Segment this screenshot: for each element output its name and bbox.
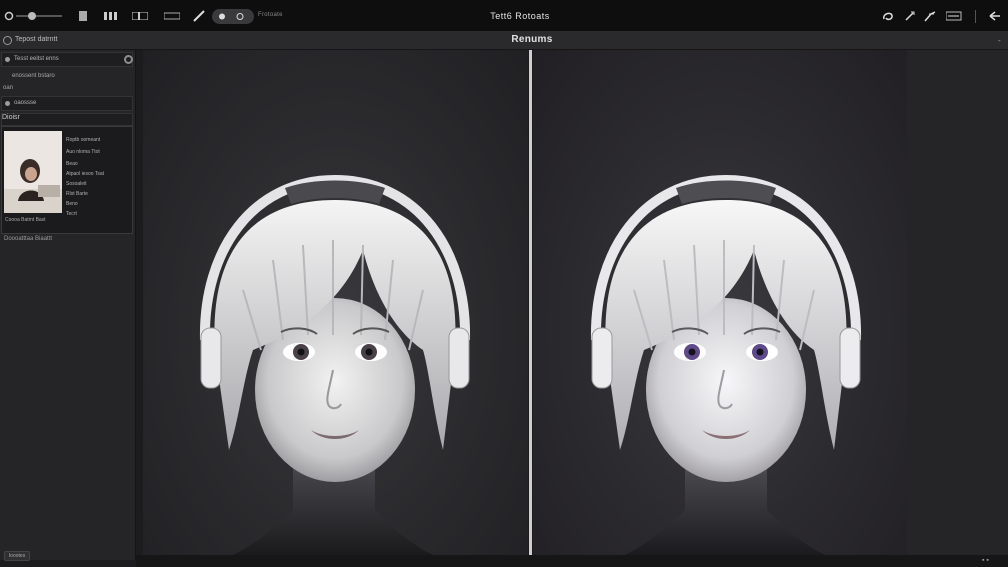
panel-header: Tepost datrntt Renums - [0, 32, 1008, 50]
sidebar-item-settings[interactable]: Tesst eeitst enns [1, 52, 133, 67]
sidebar-small-label: oan [3, 85, 14, 91]
meta-line: Atpaol iesoo Tsat [66, 171, 104, 177]
pen-icon[interactable] [192, 9, 206, 23]
meta-line: Beno [66, 201, 78, 207]
sidebar-item-label: oaossse [14, 100, 37, 106]
meta-line: Rlst Barte [66, 191, 88, 197]
reference-thumbnail[interactable] [4, 131, 62, 213]
right-gutter [907, 50, 1008, 560]
layout-icon[interactable] [132, 9, 148, 23]
meta-line: Tecrt [66, 211, 77, 217]
portrait-left [199, 174, 471, 555]
options-button[interactable]: Ioootes [4, 551, 30, 561]
status-bar [136, 555, 1008, 567]
reference-image-card[interactable]: Coooa Batmt Bast Roptb oomeant Auo nloma… [1, 126, 133, 234]
portrait-right [590, 174, 862, 555]
grid-icon[interactable] [78, 9, 88, 23]
sidebar-sub-label: enossent bstaro [12, 73, 55, 79]
window-title: Tett6 Rotoats [490, 11, 550, 21]
undo-icon[interactable] [988, 9, 1002, 23]
sidebar-item-layer[interactable]: oaossse [1, 96, 133, 111]
tool-label: Frotoate [258, 12, 283, 18]
panel-title: Renums [511, 34, 553, 45]
compare-divider-handle[interactable] [529, 50, 532, 560]
ruler-icon[interactable] [946, 9, 962, 23]
lasso-icon[interactable] [882, 9, 894, 23]
status-icons: ▪ ▪ [982, 557, 989, 564]
bullet-icon [5, 57, 10, 62]
meta-line: Roptb oomeant [66, 137, 101, 143]
brush-icon[interactable] [904, 9, 916, 23]
top-toolbar: Frotoate Tett6 Rotoats [0, 0, 1008, 32]
bullet-icon [5, 101, 10, 106]
layout-icon[interactable] [164, 9, 180, 23]
arrow-icon[interactable] [924, 9, 936, 23]
sidebar: Tesst eeitst enns enossent bstaro oan oa… [0, 50, 136, 560]
collapse-button[interactable]: - [998, 36, 1001, 45]
tool-toggle-pill[interactable] [212, 9, 254, 24]
gear-icon[interactable] [124, 55, 133, 64]
film-icon[interactable] [104, 9, 118, 23]
sidebar-footer-note: Doooatttaa Biaattt [4, 236, 53, 242]
thumbnail-caption: Coooa Batmt Bast [5, 217, 46, 223]
toolbar-separator [975, 10, 976, 23]
viewer-result[interactable] [533, 50, 907, 555]
sidebar-section-title: Dioisr [2, 114, 20, 121]
slider-icon[interactable] [16, 9, 62, 23]
meta-line: Sosoaleit [66, 181, 87, 187]
viewer-original[interactable] [143, 50, 528, 555]
panel-left-label: Tepost datrntt [15, 36, 58, 43]
sidebar-item-label: Tesst eeitst enns [14, 56, 59, 62]
meta-line: Beao [66, 161, 78, 167]
circle-icon[interactable] [4, 9, 14, 23]
panel-menu-icon[interactable] [3, 36, 12, 45]
meta-line: Auo nloma Ttot [66, 149, 100, 155]
